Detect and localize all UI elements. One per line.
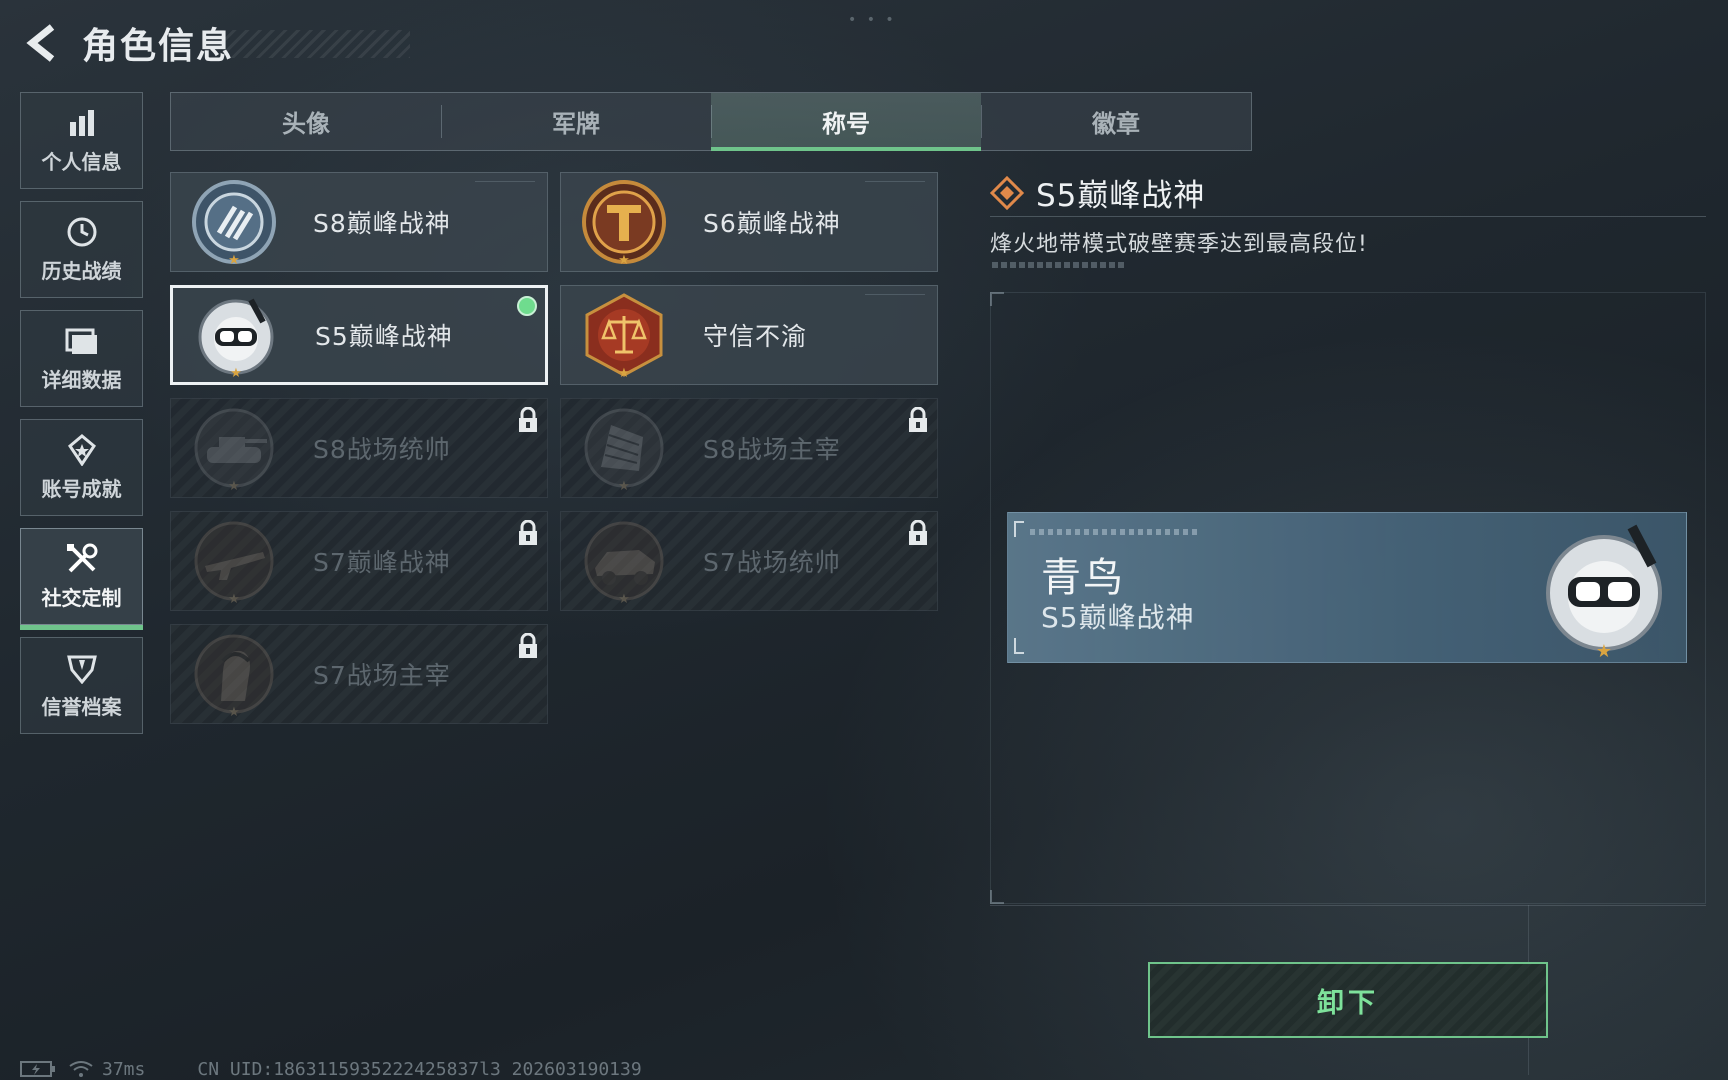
star-icon: ★ — [228, 253, 240, 268]
unequip-button[interactable]: 卸下 — [1148, 962, 1548, 1038]
player-title: S5巅峰战神 — [1041, 601, 1195, 634]
sidebar-item-credit-record[interactable]: 信誉档案 — [20, 637, 143, 734]
diver-mask-emblem-icon: ★ — [1546, 524, 1662, 659]
title-card-locked[interactable]: ★ S7巅峰战神 — [170, 511, 548, 611]
sidebar-item-label: 详细数据 — [41, 368, 122, 392]
sidebar: 个人信息 历史战绩 详细数据 账号成就 社交定制 信誉档案 — [20, 92, 143, 746]
title-card-locked[interactable]: ★ S7战场主宰 — [170, 624, 548, 724]
tab-bar: 头像 军牌 称号 徽章 — [170, 92, 1252, 151]
title-card-label: S7战场统帅 — [703, 548, 841, 577]
card-decoration — [865, 181, 925, 185]
sidebar-item-label: 个人信息 — [41, 150, 122, 174]
detail-description: 烽火地带模式破壁赛季达到最高段位! — [990, 232, 1368, 257]
lock-icon — [519, 520, 537, 545]
detail-header: S5巅峰战神 — [990, 170, 1205, 215]
star-icon: ★ — [618, 592, 630, 607]
star-icon: ★ — [618, 479, 630, 494]
s6-emblem-icon: ★ — [581, 179, 667, 268]
sidebar-item-label: 社交定制 — [41, 586, 122, 610]
card-decoration — [865, 294, 925, 298]
plate-bracket — [1014, 638, 1024, 654]
page-title: 角色信息 — [82, 26, 235, 67]
title-card-locked[interactable]: ★ S8战场统帅 — [170, 398, 548, 498]
status-bar: 37ms CN UID:1863115935222425837l3 202603… — [20, 1058, 642, 1080]
tab-dog-tag[interactable]: 军牌 — [441, 93, 711, 150]
star-icon: ★ — [230, 366, 242, 381]
title-card-selected[interactable]: ★ S5巅峰战神 — [170, 285, 548, 385]
star-icon: ★ — [618, 366, 630, 381]
rifle-emblem-icon: ★ — [191, 518, 277, 607]
achievement-icon — [65, 433, 99, 467]
title-card-locked[interactable]: ★ S8战场主宰 — [560, 398, 938, 498]
back-button[interactable] — [20, 21, 64, 65]
player-name: 青鸟 — [1041, 555, 1125, 601]
desc-decoration — [992, 262, 1124, 268]
plate-bracket — [1014, 521, 1024, 537]
menu-dots-icon: • • • — [848, 12, 897, 28]
tank-emblem-icon: ★ — [191, 405, 277, 494]
folder-icon — [65, 324, 99, 358]
tools-icon — [65, 542, 99, 576]
title-card-label: S8巅峰战神 — [313, 209, 451, 238]
star-icon: ★ — [228, 705, 240, 720]
ping-value: 37ms — [102, 1058, 146, 1080]
credit-shield-icon — [65, 651, 99, 685]
scales-emblem-icon: ★ — [581, 292, 667, 381]
title-decoration — [220, 30, 410, 58]
soldier-emblem-icon: ★ — [191, 631, 277, 720]
title-card-label: S7巅峰战神 — [313, 548, 451, 577]
equipped-indicator — [517, 296, 537, 316]
title-card[interactable]: ★ 守信不渝 — [560, 285, 938, 385]
divider — [990, 216, 1706, 217]
back-arrow-icon — [26, 24, 55, 62]
header: 角色信息 — [20, 18, 234, 68]
title-card-label: S7战场主宰 — [313, 661, 451, 690]
lock-icon — [519, 633, 537, 658]
title-card-label: S8战场主宰 — [703, 435, 841, 464]
bar-chart-icon — [65, 106, 99, 140]
lock-icon — [909, 520, 927, 545]
detail-title: S5巅峰战神 — [1036, 178, 1206, 214]
nameplate-preview: 青鸟 S5巅峰战神 ★ — [1007, 512, 1687, 663]
sidebar-item-label: 账号成就 — [41, 477, 122, 501]
tab-badge[interactable]: 徽章 — [981, 93, 1251, 150]
star-icon: ★ — [228, 479, 240, 494]
history-icon — [65, 215, 99, 249]
building-emblem-icon: ★ — [581, 405, 667, 494]
title-card[interactable]: ★ S8巅峰战神 — [170, 172, 548, 272]
diamond-icon — [990, 175, 1024, 210]
sidebar-item-label: 历史战绩 — [41, 259, 122, 283]
sidebar-item-achievements[interactable]: 账号成就 — [20, 419, 143, 516]
battery-icon — [20, 1061, 55, 1077]
diver-mask-emblem-icon: ★ — [193, 292, 279, 381]
s8-emblem-icon: ★ — [191, 179, 277, 268]
wifi-icon — [69, 1061, 93, 1077]
sidebar-item-social-custom[interactable]: 社交定制 — [20, 528, 143, 630]
title-card-label: S8战场统帅 — [313, 435, 451, 464]
tab-avatar[interactable]: 头像 — [171, 93, 441, 150]
title-card-label: 守信不渝 — [703, 322, 808, 351]
uid-text: CN UID:1863115935222425837l3 20260319013… — [197, 1058, 642, 1080]
svg-text:★: ★ — [1596, 641, 1612, 659]
frame-corner — [990, 292, 1004, 306]
plate-decoration — [1030, 529, 1200, 535]
star-icon: ★ — [618, 253, 630, 268]
title-card-locked[interactable]: ★ S7战场统帅 — [560, 511, 938, 611]
tab-title[interactable]: 称号 — [711, 93, 981, 151]
title-card[interactable]: ★ S6巅峰战神 — [560, 172, 938, 272]
sidebar-item-detailed-data[interactable]: 详细数据 — [20, 310, 143, 407]
sidebar-item-history[interactable]: 历史战绩 — [20, 201, 143, 298]
bg-line — [990, 905, 1706, 906]
title-card-label: S6巅峰战神 — [703, 209, 841, 238]
card-decoration — [475, 181, 535, 185]
star-icon: ★ — [228, 592, 240, 607]
sidebar-item-label: 信誉档案 — [41, 695, 122, 719]
sidebar-item-personal-info[interactable]: 个人信息 — [20, 92, 143, 189]
frame-corner — [990, 890, 1004, 904]
lock-icon — [909, 407, 927, 432]
vehicle-emblem-icon: ★ — [581, 518, 667, 607]
lock-icon — [519, 407, 537, 432]
title-card-label: S5巅峰战神 — [315, 322, 453, 351]
